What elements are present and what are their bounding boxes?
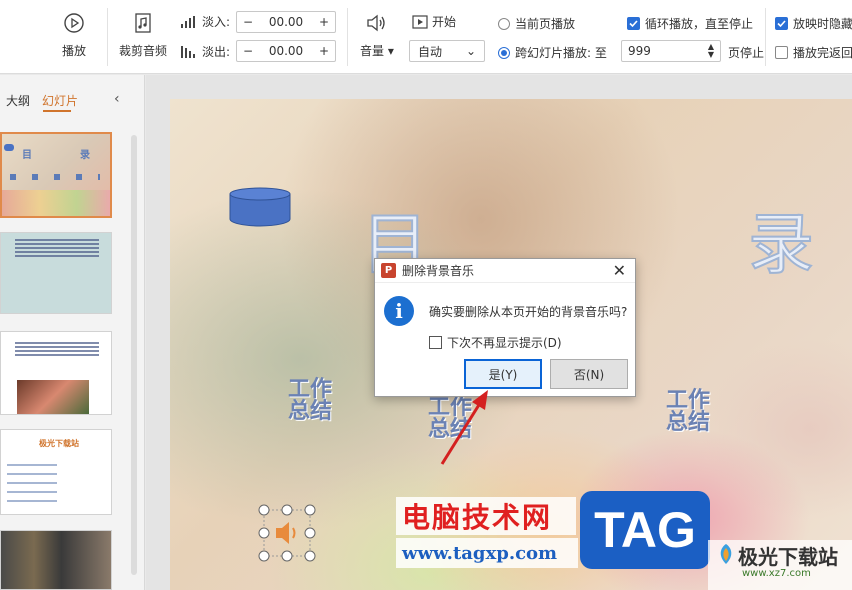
start-label-group: 开始 [412, 13, 456, 30]
audio-trim-icon [135, 13, 151, 33]
fade-in-label: 淡入: [202, 15, 231, 29]
thumb-photo [17, 380, 89, 414]
fade-in-value[interactable]: 00.00 [253, 15, 319, 29]
thumb-list [7, 458, 57, 502]
play-button[interactable]: 播放 [62, 12, 86, 59]
fade-in-plus-button[interactable]: + [319, 15, 329, 29]
play-icon [64, 13, 84, 33]
annotation-arrow-icon [440, 390, 488, 465]
play-across-slides-radio[interactable]: 跨幻灯片播放: 至 [498, 44, 607, 61]
info-icon: i [384, 296, 414, 326]
play-label: 播放 [62, 44, 87, 58]
thumb-char: 目 [22, 150, 32, 161]
hide-when-showing-label: 放映时隐藏 [793, 17, 852, 31]
thumb-title: 极光下载站 [39, 439, 79, 448]
loop-until-stop-checkbox[interactable]: 循环播放，直至停止 [627, 15, 753, 32]
play-current-page-label: 当前页播放 [515, 17, 576, 31]
volume-label: 音量 ▾ [360, 44, 394, 58]
rewind-after-play-label: 播放完返回 [793, 46, 852, 60]
play-across-slides-label: 跨幻灯片播放: 至 [515, 46, 607, 60]
watermark-site-url: www.tagxp.com [396, 538, 578, 568]
checkbox-unchecked-icon [429, 336, 442, 349]
start-label: 开始 [432, 15, 457, 29]
checkbox-checked-icon [627, 17, 640, 30]
fade-out-label: 淡出: [202, 45, 231, 59]
jg-site-url: www.xz7.com [742, 568, 811, 579]
rewind-after-play-checkbox[interactable]: 播放完返回 [775, 44, 852, 61]
panel-scrollbar[interactable] [131, 135, 137, 575]
slide-item-text[interactable]: 工作 总结 [288, 378, 332, 424]
spin-arrows-icon[interactable]: ▲ ▼ [708, 43, 714, 59]
volume-button[interactable]: 音量 ▾ [360, 12, 394, 59]
loop-until-stop-label: 循环播放，直至停止 [645, 17, 754, 31]
watermark-site-name: 电脑技术网 [396, 497, 576, 535]
play-current-page-radio[interactable]: 当前页播放 [498, 15, 575, 32]
slide-thumbnail-3[interactable] [0, 331, 112, 415]
start-icon [412, 14, 428, 29]
slide-thumbnail-5[interactable] [0, 530, 112, 590]
dialog-titlebar: P 删除背景音乐 [375, 259, 635, 283]
dont-show-again-label: 下次不再显示提示(D) [447, 336, 562, 350]
slide-thumbnail-4[interactable]: 极光下载站 [0, 429, 112, 515]
fade-out-icon [181, 45, 195, 58]
stop-after-page-label: 页停止 [728, 46, 765, 60]
no-button[interactable]: 否(N) [550, 359, 628, 389]
thumb-items [10, 174, 100, 180]
fade-in-label-group: 淡入: [180, 13, 230, 30]
thumb-char: 录 [80, 150, 90, 161]
thumb-text-block [15, 340, 99, 356]
trim-audio-button[interactable]: 裁剪音频 [119, 12, 167, 59]
tag-logo: TAG [580, 491, 710, 569]
dialog-title: 删除背景音乐 [402, 264, 475, 278]
jg-logo-icon [720, 544, 732, 564]
thumb-text-block [15, 239, 99, 257]
cylinder-shape[interactable] [228, 187, 292, 227]
hide-when-showing-checkbox[interactable]: 放映时隐藏 [775, 15, 852, 32]
chevron-down-icon: ⌄ [465, 44, 476, 58]
slide-item-text[interactable]: 工作 总结 [666, 389, 710, 435]
speaker-icon [367, 14, 385, 32]
stop-slide-number-input[interactable]: 999 ▲ ▼ [621, 40, 721, 62]
jg-site-name: 极光下载站 [738, 545, 838, 569]
fade-in-minus-button[interactable]: − [243, 15, 253, 29]
fade-in-icon [181, 15, 195, 28]
checkbox-unchecked-icon [775, 46, 788, 59]
fade-out-label-group: 淡出: [180, 43, 230, 60]
yes-button[interactable]: 是(Y) [464, 359, 542, 389]
trim-audio-label: 裁剪音频 [119, 44, 168, 58]
radio-on-icon [498, 46, 510, 59]
audio-object[interactable] [256, 504, 320, 564]
close-icon[interactable]: ✕ [613, 261, 626, 280]
thumb-flowers [2, 190, 110, 216]
active-tab-indicator [43, 110, 71, 112]
start-mode-value: 自动 [418, 44, 443, 59]
fade-in-stepper[interactable]: − 00.00 + [236, 11, 336, 33]
tab-outline[interactable]: 大纲 [6, 92, 30, 109]
dialog-message: 确实要删除从本页开始的背景音乐吗? [429, 305, 628, 319]
start-mode-select[interactable]: 自动 ⌄ [409, 40, 485, 62]
dont-show-again-checkbox[interactable]: 下次不再显示提示(D) [429, 334, 562, 351]
fade-out-stepper[interactable]: − 00.00 + [236, 40, 336, 62]
delete-bg-music-dialog: P 删除背景音乐 ✕ i 确实要删除从本页开始的背景音乐吗? 下次不再显示提示(… [374, 258, 636, 397]
stop-slide-number-value[interactable]: 999 [628, 44, 708, 58]
radio-off-icon [498, 17, 510, 30]
fade-out-minus-button[interactable]: − [243, 44, 253, 58]
collapse-panel-icon[interactable]: ‹ [114, 91, 120, 107]
thumb-shape [4, 144, 14, 151]
slide-thumbnail-2[interactable] [0, 232, 112, 314]
audio-tools-ribbon: 播放 裁剪音频 淡入: − 00.00 + 淡出: − 00.00 + 音量 ▾… [0, 0, 852, 74]
slide-title-char[interactable]: 录 [747, 191, 815, 287]
presentation-app-icon: P [381, 263, 396, 278]
slide-thumbnail-1[interactable]: 目 录 [0, 132, 112, 218]
fade-out-plus-button[interactable]: + [319, 44, 329, 58]
slides-panel: 大纲 幻灯片 ‹ 目 录 极光下载站 [0, 75, 145, 590]
tab-slides[interactable]: 幻灯片 [42, 92, 78, 109]
fade-out-value[interactable]: 00.00 [253, 44, 319, 58]
checkbox-checked-icon [775, 17, 788, 30]
